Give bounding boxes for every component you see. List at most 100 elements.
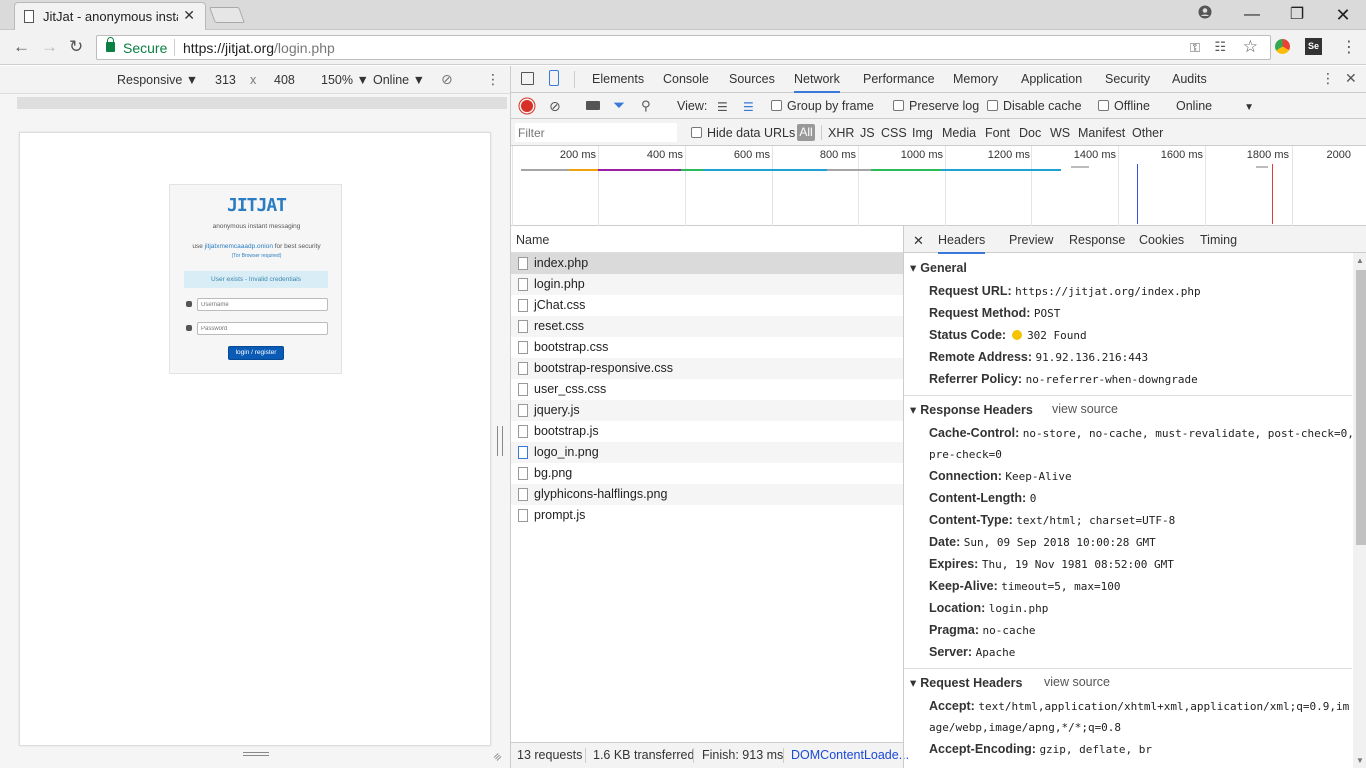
detail-scrollbar[interactable]: ▲ ▼ (1353, 253, 1366, 768)
back-icon[interactable]: ← (13, 38, 30, 55)
request-row[interactable]: logo_in.png (511, 442, 903, 463)
throttle-select[interactable]: Online ▼ (373, 73, 425, 87)
name-column-header[interactable]: Name (516, 233, 549, 247)
request-row[interactable]: index.php (511, 253, 903, 274)
viewport-height[interactable]: 408 (274, 73, 295, 87)
close-devtools-icon[interactable]: ✕ (1345, 70, 1357, 87)
onion-link[interactable]: jitjatxmemcaaadp.onion (205, 243, 273, 250)
tab-security[interactable]: Security (1105, 72, 1150, 86)
request-row[interactable]: login.php (511, 274, 903, 295)
network-overview-timeline[interactable]: 200 ms 400 ms 600 ms 800 ms 1000 ms 1200… (511, 146, 1366, 226)
tab-memory[interactable]: Memory (953, 72, 998, 86)
corner-resize-handle[interactable]: ≡ (490, 750, 505, 765)
request-row[interactable]: glyphicons-halflings.png (511, 484, 903, 505)
address-bar[interactable]: Secure https://jitjat.org/login.php ⚿ ☷ … (96, 35, 1271, 60)
preserve-log-checkbox[interactable]: Preserve log (893, 99, 979, 113)
filter-input[interactable] (515, 123, 677, 142)
extension-icon[interactable] (1275, 39, 1290, 54)
tab-application[interactable]: Application (1021, 72, 1082, 86)
hide-data-urls-checkbox[interactable]: Hide data URLs (691, 126, 795, 140)
scrollbar-thumb[interactable] (1356, 270, 1366, 545)
devtools-menu-icon[interactable]: ⋮ (1321, 70, 1335, 87)
filter-manifest[interactable]: Manifest (1078, 126, 1125, 140)
tab-headers[interactable]: Headers (938, 233, 986, 254)
tab-audits[interactable]: Audits (1172, 72, 1207, 86)
menu-icon[interactable]: ⋮ (1341, 37, 1357, 57)
profile-icon[interactable] (1190, 4, 1220, 26)
offline-checkbox[interactable]: Offline (1098, 99, 1150, 113)
image-icon (518, 446, 528, 459)
tab-elements[interactable]: Elements (592, 72, 644, 86)
request-headers-toggle[interactable]: Request Headers (910, 675, 1022, 690)
filter-css[interactable]: CSS (881, 126, 907, 140)
tab-sources[interactable]: Sources (729, 72, 775, 86)
view-source-link[interactable]: view source (1052, 402, 1118, 416)
more-options-icon[interactable]: ⋮ (486, 71, 500, 88)
tab-network[interactable]: Network (794, 72, 840, 93)
browser-tab[interactable]: JitJat - anonymous instan ✕ (14, 2, 206, 30)
screenshot-icon[interactable] (586, 101, 600, 110)
filter-icon[interactable]: ⏷ (613, 97, 625, 114)
general-section-toggle[interactable]: General (910, 260, 967, 275)
filter-media[interactable]: Media (942, 126, 976, 140)
filter-xhr[interactable]: XHR (828, 126, 854, 140)
horizontal-resize-handle[interactable] (243, 752, 269, 756)
tab-timing[interactable]: Timing (1200, 233, 1237, 247)
clear-icon[interactable]: ⊘ (549, 98, 561, 115)
view-source-link[interactable]: view source (1044, 675, 1110, 689)
tab-performance[interactable]: Performance (863, 72, 935, 86)
filter-doc[interactable]: Doc (1019, 126, 1041, 140)
request-row[interactable]: jquery.js (511, 400, 903, 421)
waterfall-icon[interactable]: ☰ (743, 100, 754, 114)
request-row[interactable]: bootstrap-responsive.css (511, 358, 903, 379)
device-toolbar-icon[interactable] (549, 70, 559, 86)
close-tab-icon[interactable]: ✕ (183, 7, 195, 24)
vertical-resize-handle[interactable] (497, 426, 503, 456)
filter-js[interactable]: JS (860, 126, 875, 140)
request-row[interactable]: reset.css (511, 316, 903, 337)
request-row[interactable]: user_css.css (511, 379, 903, 400)
new-tab-button[interactable] (209, 7, 245, 23)
translate-icon[interactable]: ☷ (1214, 39, 1226, 55)
viewport-width[interactable]: 313 (215, 73, 236, 87)
inspect-element-icon[interactable] (521, 72, 534, 85)
tab-cookies[interactable]: Cookies (1139, 233, 1184, 247)
tab-console[interactable]: Console (663, 72, 709, 86)
restore-icon[interactable]: ❐ (1282, 4, 1312, 26)
rotate-icon[interactable]: ⊘ (441, 71, 453, 88)
request-row[interactable]: bootstrap.css (511, 337, 903, 358)
close-window-icon[interactable]: ✕ (1328, 4, 1358, 26)
request-row[interactable]: prompt.js (511, 505, 903, 526)
search-icon[interactable]: ⚲ (641, 98, 651, 114)
reload-icon[interactable]: ↻ (69, 38, 83, 55)
filter-ws[interactable]: WS (1050, 126, 1070, 140)
tab-preview[interactable]: Preview (1009, 233, 1053, 247)
password-input[interactable] (197, 322, 328, 335)
key-icon[interactable]: ⚿ (1190, 40, 1200, 56)
header-row: Remote Address: 91.92.136.216:443 (929, 350, 1149, 364)
close-detail-icon[interactable]: ✕ (913, 233, 924, 249)
request-row[interactable]: bootstrap.js (511, 421, 903, 442)
filter-other[interactable]: Other (1132, 126, 1163, 140)
group-by-frame-checkbox[interactable]: Group by frame (771, 99, 874, 113)
large-rows-icon[interactable]: ☰ (717, 100, 728, 114)
record-icon[interactable] (521, 100, 533, 112)
request-row[interactable]: bg.png (511, 463, 903, 484)
tab-response[interactable]: Response (1069, 233, 1125, 247)
url-text[interactable]: https://jitjat.org/login.php (183, 40, 335, 56)
minimize-icon[interactable]: — (1237, 4, 1267, 26)
star-icon[interactable]: ☆ (1243, 37, 1258, 57)
forward-icon[interactable]: → (41, 38, 58, 55)
filter-img[interactable]: Img (912, 126, 933, 140)
filter-font[interactable]: Font (985, 126, 1010, 140)
selenium-extension-icon[interactable]: Se (1305, 38, 1322, 55)
login-register-button[interactable]: login / register (228, 346, 284, 360)
username-input[interactable] (197, 298, 328, 311)
throttling-select[interactable]: Online ▼ (1176, 99, 1254, 113)
response-headers-toggle[interactable]: Response Headers (910, 402, 1033, 417)
device-mode-select[interactable]: Responsive ▼ (117, 73, 198, 87)
filter-all[interactable]: All (797, 124, 815, 141)
zoom-select[interactable]: 150% ▼ (321, 73, 369, 87)
request-row[interactable]: jChat.css (511, 295, 903, 316)
disable-cache-checkbox[interactable]: Disable cache (987, 99, 1082, 113)
